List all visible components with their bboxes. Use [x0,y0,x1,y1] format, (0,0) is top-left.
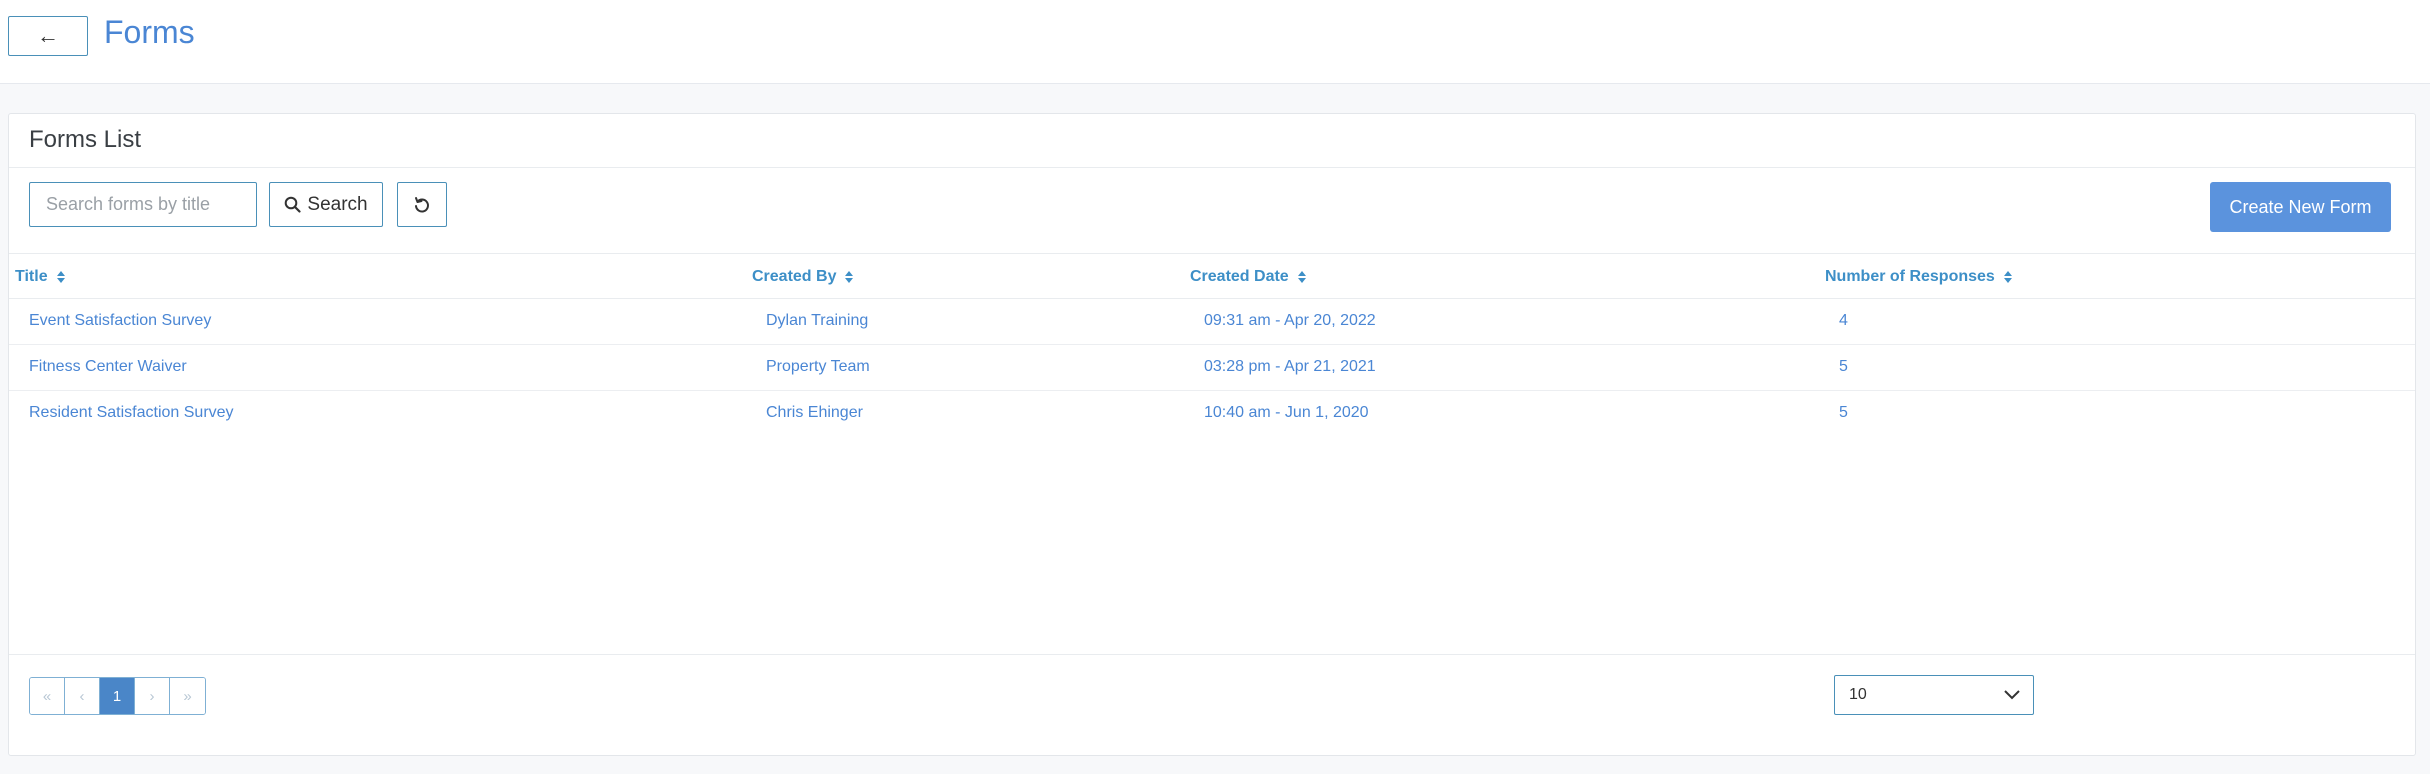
created-by-cell: Dylan Training [766,312,869,329]
page-1-button[interactable]: 1 [100,678,135,714]
table-row: Event Satisfaction Survey Dylan Training… [9,299,2415,345]
column-header-created-date[interactable]: Created Date [1190,268,1307,286]
reset-icon [415,196,429,212]
card-header: Forms List [9,114,2415,168]
column-header-label: Number of Responses [1825,268,1995,285]
previous-page-button[interactable]: ‹ [65,678,100,714]
created-date-cell: 09:31 am - Apr 20, 2022 [1204,312,1376,329]
column-header-number-of-responses[interactable]: Number of Responses [1825,268,2013,286]
page-size-select[interactable]: 10 [1834,675,2034,715]
next-page-button[interactable]: › [135,678,170,714]
table-row: Resident Satisfaction Survey Chris Ehing… [9,391,2415,437]
column-header-label: Created By [752,268,837,285]
card-title: Forms List [29,126,142,153]
card-footer: « ‹ 1 › » 10 [9,654,2415,757]
pagination: « ‹ 1 › » [29,677,206,715]
sort-icon [56,271,65,283]
sort-icon [845,271,854,283]
page-size-value: 10 [1849,686,1867,703]
back-button[interactable]: ← [8,16,88,56]
search-icon [285,196,301,213]
column-header-label: Created Date [1190,268,1289,285]
page-title: Forms [104,14,195,50]
search-button[interactable]: Search [269,182,383,227]
chevron-down-icon [2004,690,2020,700]
reset-button[interactable] [397,182,447,227]
search-input[interactable] [29,182,257,227]
created-date-cell: 03:28 pm - Apr 21, 2021 [1204,358,1376,375]
form-title-link[interactable]: Fitness Center Waiver [29,358,187,376]
table-header: Title Created By Created Date Number of … [9,253,2415,299]
responses-count-link[interactable]: 4 [1839,312,1848,330]
column-header-label: Title [15,268,48,285]
column-header-title[interactable]: Title [15,268,66,286]
form-title-link[interactable]: Event Satisfaction Survey [29,312,211,330]
created-by-cell: Property Team [766,358,870,375]
responses-count-link[interactable]: 5 [1839,358,1848,376]
responses-count-link[interactable]: 5 [1839,404,1848,422]
create-new-form-button[interactable]: Create New Form [2210,182,2391,232]
search-button-label: Search [307,193,368,215]
column-header-created-by[interactable]: Created By [752,268,854,286]
created-date-cell: 10:40 am - Jun 1, 2020 [1204,404,1369,421]
top-bar: ← Forms [0,0,2430,84]
last-page-button[interactable]: » [170,678,205,714]
form-title-link[interactable]: Resident Satisfaction Survey [29,404,234,422]
created-by-cell: Chris Ehinger [766,404,863,421]
table-row: Fitness Center Waiver Property Team 03:2… [9,345,2415,391]
sort-icon [2003,271,2012,283]
forms-list-card: Forms List Search Create New Form Title … [8,113,2416,756]
first-page-button[interactable]: « [30,678,65,714]
sort-icon [1297,271,1306,283]
